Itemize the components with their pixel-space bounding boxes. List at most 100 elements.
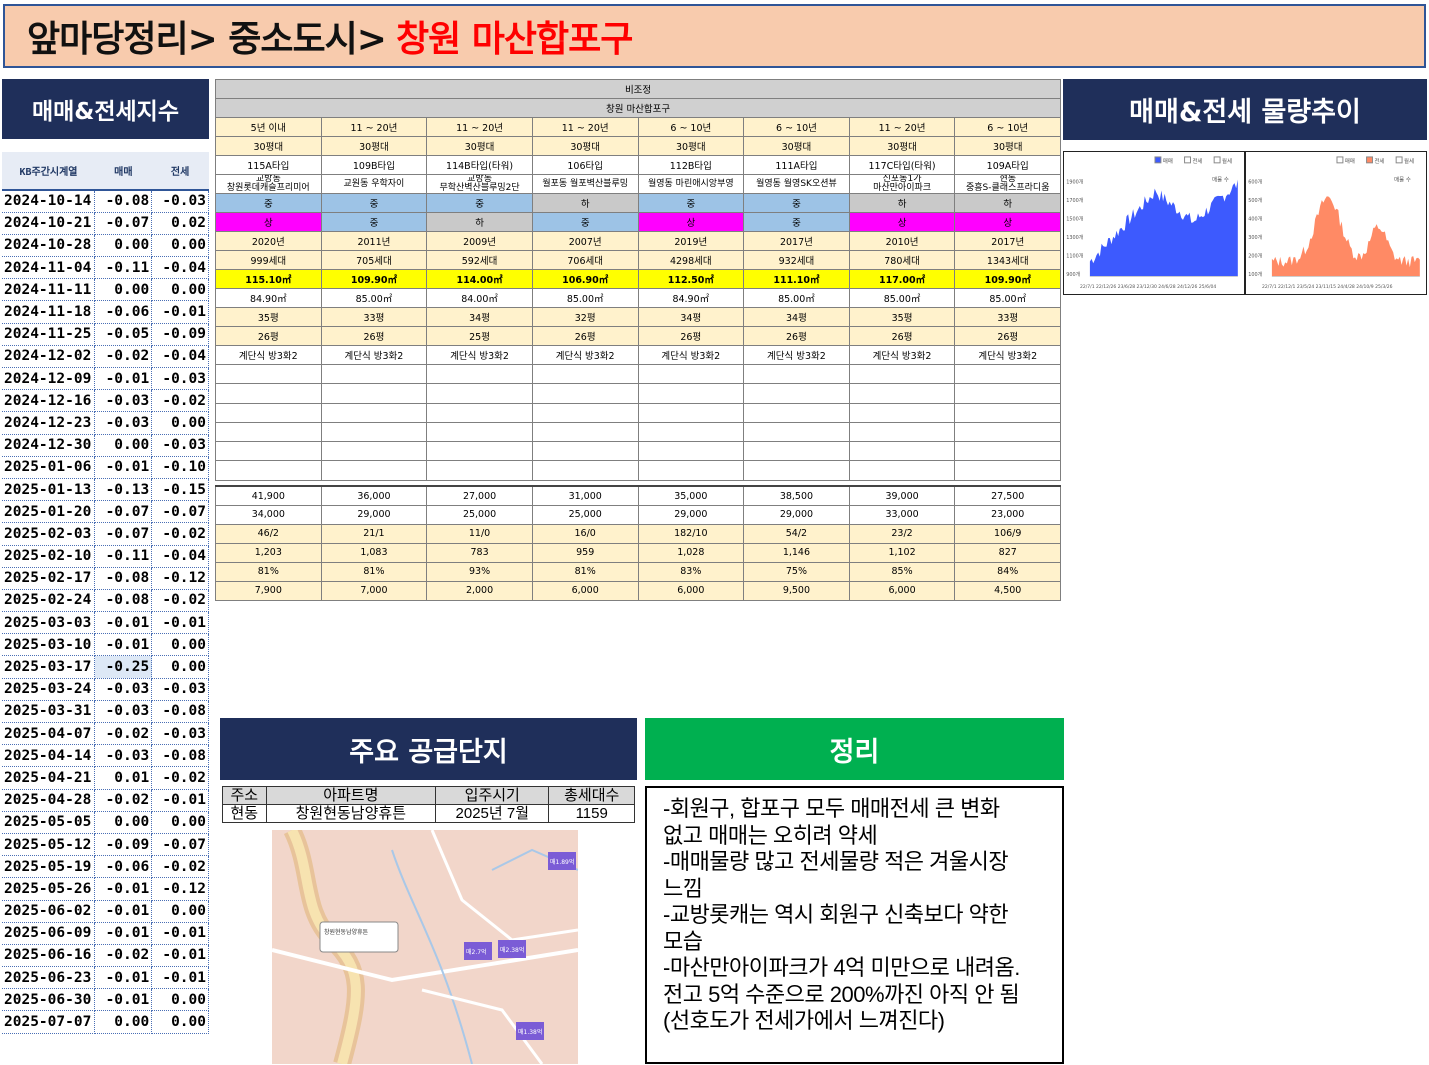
- grid-structure: 계단식 방3화2 계단식 방3화2 계단식 방3화2 계단식 방3화2 계단식 방3화2…: [215, 345, 1062, 365]
- grid-per-pyeong-cell: 1,083: [320, 542, 428, 563]
- index-row: 2024-12-16 -0.03 -0.02: [2, 389, 209, 413]
- supply-header-row: 주소 아파트명 입주시기 총세대수: [222, 786, 635, 805]
- grid-empty-cell: [954, 460, 1062, 481]
- index-row: 2024-11-25 -0.05 -0.09: [2, 323, 209, 346]
- index-date: 2024-10-21: [2, 212, 96, 235]
- grid-exclusive-area-cell: 84.90㎡: [215, 288, 322, 308]
- index-jeonse: 0.00: [151, 655, 209, 679]
- grid-supply-area-cell: 115.10㎡: [215, 269, 322, 289]
- grid-ratio: 81% 81% 93% 81% 83% 75% 85% 84%: [215, 561, 1062, 582]
- grid-age-cell: 6 ~ 10년: [954, 117, 1062, 137]
- grid-supply-area-cell: 117.00㎡: [848, 269, 956, 289]
- index-date: 2025-05-05: [2, 811, 96, 834]
- grid-grade2-cell: 중: [531, 212, 639, 232]
- grid-grade2: 상중하중상중상상: [215, 212, 1062, 232]
- grid-sale: 41,900 36,000 27,000 31,000 35,000 38,500 39,0…: [215, 485, 1062, 506]
- index-date: 2024-12-16: [2, 389, 96, 413]
- summary-line: (선호도가 전세가에서 느껴진다): [663, 1008, 945, 1033]
- grid-year-cell: 2017년: [954, 231, 1062, 251]
- index-jeonse: -0.02: [151, 766, 209, 790]
- index-jeonse: -0.03: [151, 434, 209, 457]
- index-jeonse: 0.00: [151, 278, 209, 302]
- grid-exclusive-area-cell: 85.00㎡: [531, 288, 639, 308]
- summary-line: 전고 5억 수준으로 200%까진 아직 안 됨: [663, 981, 1020, 1007]
- index-sale: 0.00: [94, 278, 153, 302]
- index-row: 2025-02-24 -0.08 -0.02: [2, 589, 209, 613]
- index-sale: -0.01: [94, 988, 153, 1012]
- grid-empty: [215, 402, 1062, 423]
- grid-grade1-cell: 하: [848, 193, 956, 213]
- grid-grade2-cell: 중: [320, 212, 428, 232]
- index-row: 2025-04-07 -0.02 -0.03: [2, 722, 209, 746]
- grid-type-cell: 115A타입: [215, 155, 322, 175]
- grid-pyeong-excl-cell: 26평: [637, 326, 745, 346]
- grid-ratio-cell: 83%: [637, 561, 745, 582]
- grid-listings-cell: 11/0: [426, 523, 533, 544]
- grid-jeonse-cell: 25,000: [531, 504, 639, 525]
- grid-type-cell: 109B타입: [320, 155, 428, 175]
- index-sale: -0.06: [94, 300, 153, 324]
- grid-structure-cell: 계단식 방3화2: [954, 345, 1062, 365]
- index-jeonse: -0.04: [151, 345, 209, 369]
- index-date: 2025-06-30: [2, 988, 96, 1012]
- grid-grade1-cell: 중: [320, 193, 428, 213]
- index-sale: -0.25: [94, 655, 153, 679]
- grid-pyeong-supply: 35평 33평 34평 32평 34평 34평 35평 33평: [215, 307, 1062, 327]
- index-sale: -0.02: [94, 944, 153, 968]
- grid-gap: 7,900 7,000 2,000 6,000 6,000 9,500 6,000 4,500: [215, 580, 1062, 601]
- grid-grade2-cell: 상: [954, 212, 1062, 232]
- index-date: 2025-02-10: [2, 545, 96, 568]
- grid-sale-cell: 31,000: [531, 485, 639, 506]
- index-row: 2024-12-30 0.00 -0.03: [2, 434, 209, 457]
- grid-region-cell: 창원 마산합포구: [214, 98, 1062, 118]
- index-row: 2025-04-21 0.01 -0.02: [2, 766, 209, 790]
- grid-grade2-cell: 상: [637, 212, 745, 232]
- supply-col-header: 주소: [222, 786, 267, 805]
- grid-supply-area-cell: 109.90㎡: [320, 269, 428, 289]
- grid-pyeong-supply-cell: 34평: [426, 307, 533, 327]
- grid-empty-cell: [215, 383, 322, 404]
- grid-per-pyeong-cell: 827: [954, 542, 1062, 563]
- index-jeonse: -0.07: [151, 833, 209, 857]
- grid-apt-name-cell: 교방동 무학산벽산블루밍2단: [426, 174, 533, 194]
- grid-structure-cell: 계단식 방3화2: [320, 345, 428, 365]
- grid-empty-cell: [531, 441, 639, 462]
- grid-per-pyeong-cell: 1,146: [743, 542, 850, 563]
- grid-empty-cell: [215, 363, 322, 385]
- index-sale: -0.01: [94, 456, 153, 479]
- grid-size-cell: 30평대: [848, 136, 956, 156]
- index-jeonse: -0.01: [151, 300, 209, 324]
- summary-line: 느낌: [663, 875, 703, 901]
- grid-size-cell: 30평대: [531, 136, 639, 156]
- index-date: 2025-05-26: [2, 877, 96, 901]
- grid-jeonse: 34,000 29,000 25,000 25,000 29,000 29,000 33,0…: [215, 504, 1062, 525]
- grid-year-cell: 2010년: [848, 231, 956, 251]
- supply-col-header: 총세대수: [548, 786, 635, 805]
- grid-sale-cell: 35,000: [637, 485, 745, 506]
- grid-type-cell: 114B타입(타워): [426, 155, 533, 175]
- index-jeonse: -0.08: [151, 744, 209, 768]
- grid-empty-cell: [215, 460, 322, 481]
- grid-structure-cell: 계단식 방3화2: [426, 345, 533, 365]
- grid-households-cell: 780세대: [848, 250, 956, 270]
- grid-per-pyeong-cell: 959: [531, 542, 639, 563]
- grid-empty-cell: [637, 363, 745, 385]
- index-date: 2024-12-30: [2, 434, 96, 457]
- grid-households: 999세대 705세대 592세대 706세대 4298세대 932세대 780세대 1343…: [215, 250, 1062, 270]
- grid-year-cell: 2020년: [215, 231, 322, 251]
- grid-pyeong-supply-cell: 35평: [848, 307, 956, 327]
- grid-pyeong-supply-cell: 34평: [637, 307, 745, 327]
- grid-pyeong-excl-cell: 26평: [954, 326, 1062, 346]
- grid-supply-area-cell: 114.00㎡: [426, 269, 533, 289]
- supply-map[interactable]: 창원현동남양휴튼 매1.89억 매2.7억 매2.38억 매1.38억: [272, 830, 578, 1064]
- grid-empty-cell: [426, 421, 533, 443]
- index-row: 2025-02-17 -0.08 -0.12: [2, 567, 209, 590]
- grid-ratio-cell: 93%: [426, 561, 533, 582]
- index-sale: -0.02: [94, 345, 153, 369]
- grid-empty-cell: [848, 421, 956, 443]
- grid-type-cell: 106타입: [531, 155, 639, 175]
- grid-pyeong-supply-cell: 33평: [954, 307, 1062, 327]
- grid-pyeong-excl-cell: 25평: [426, 326, 533, 346]
- grid-pyeong-supply-cell: 32평: [531, 307, 639, 327]
- grid-ratio-cell: 75%: [743, 561, 850, 582]
